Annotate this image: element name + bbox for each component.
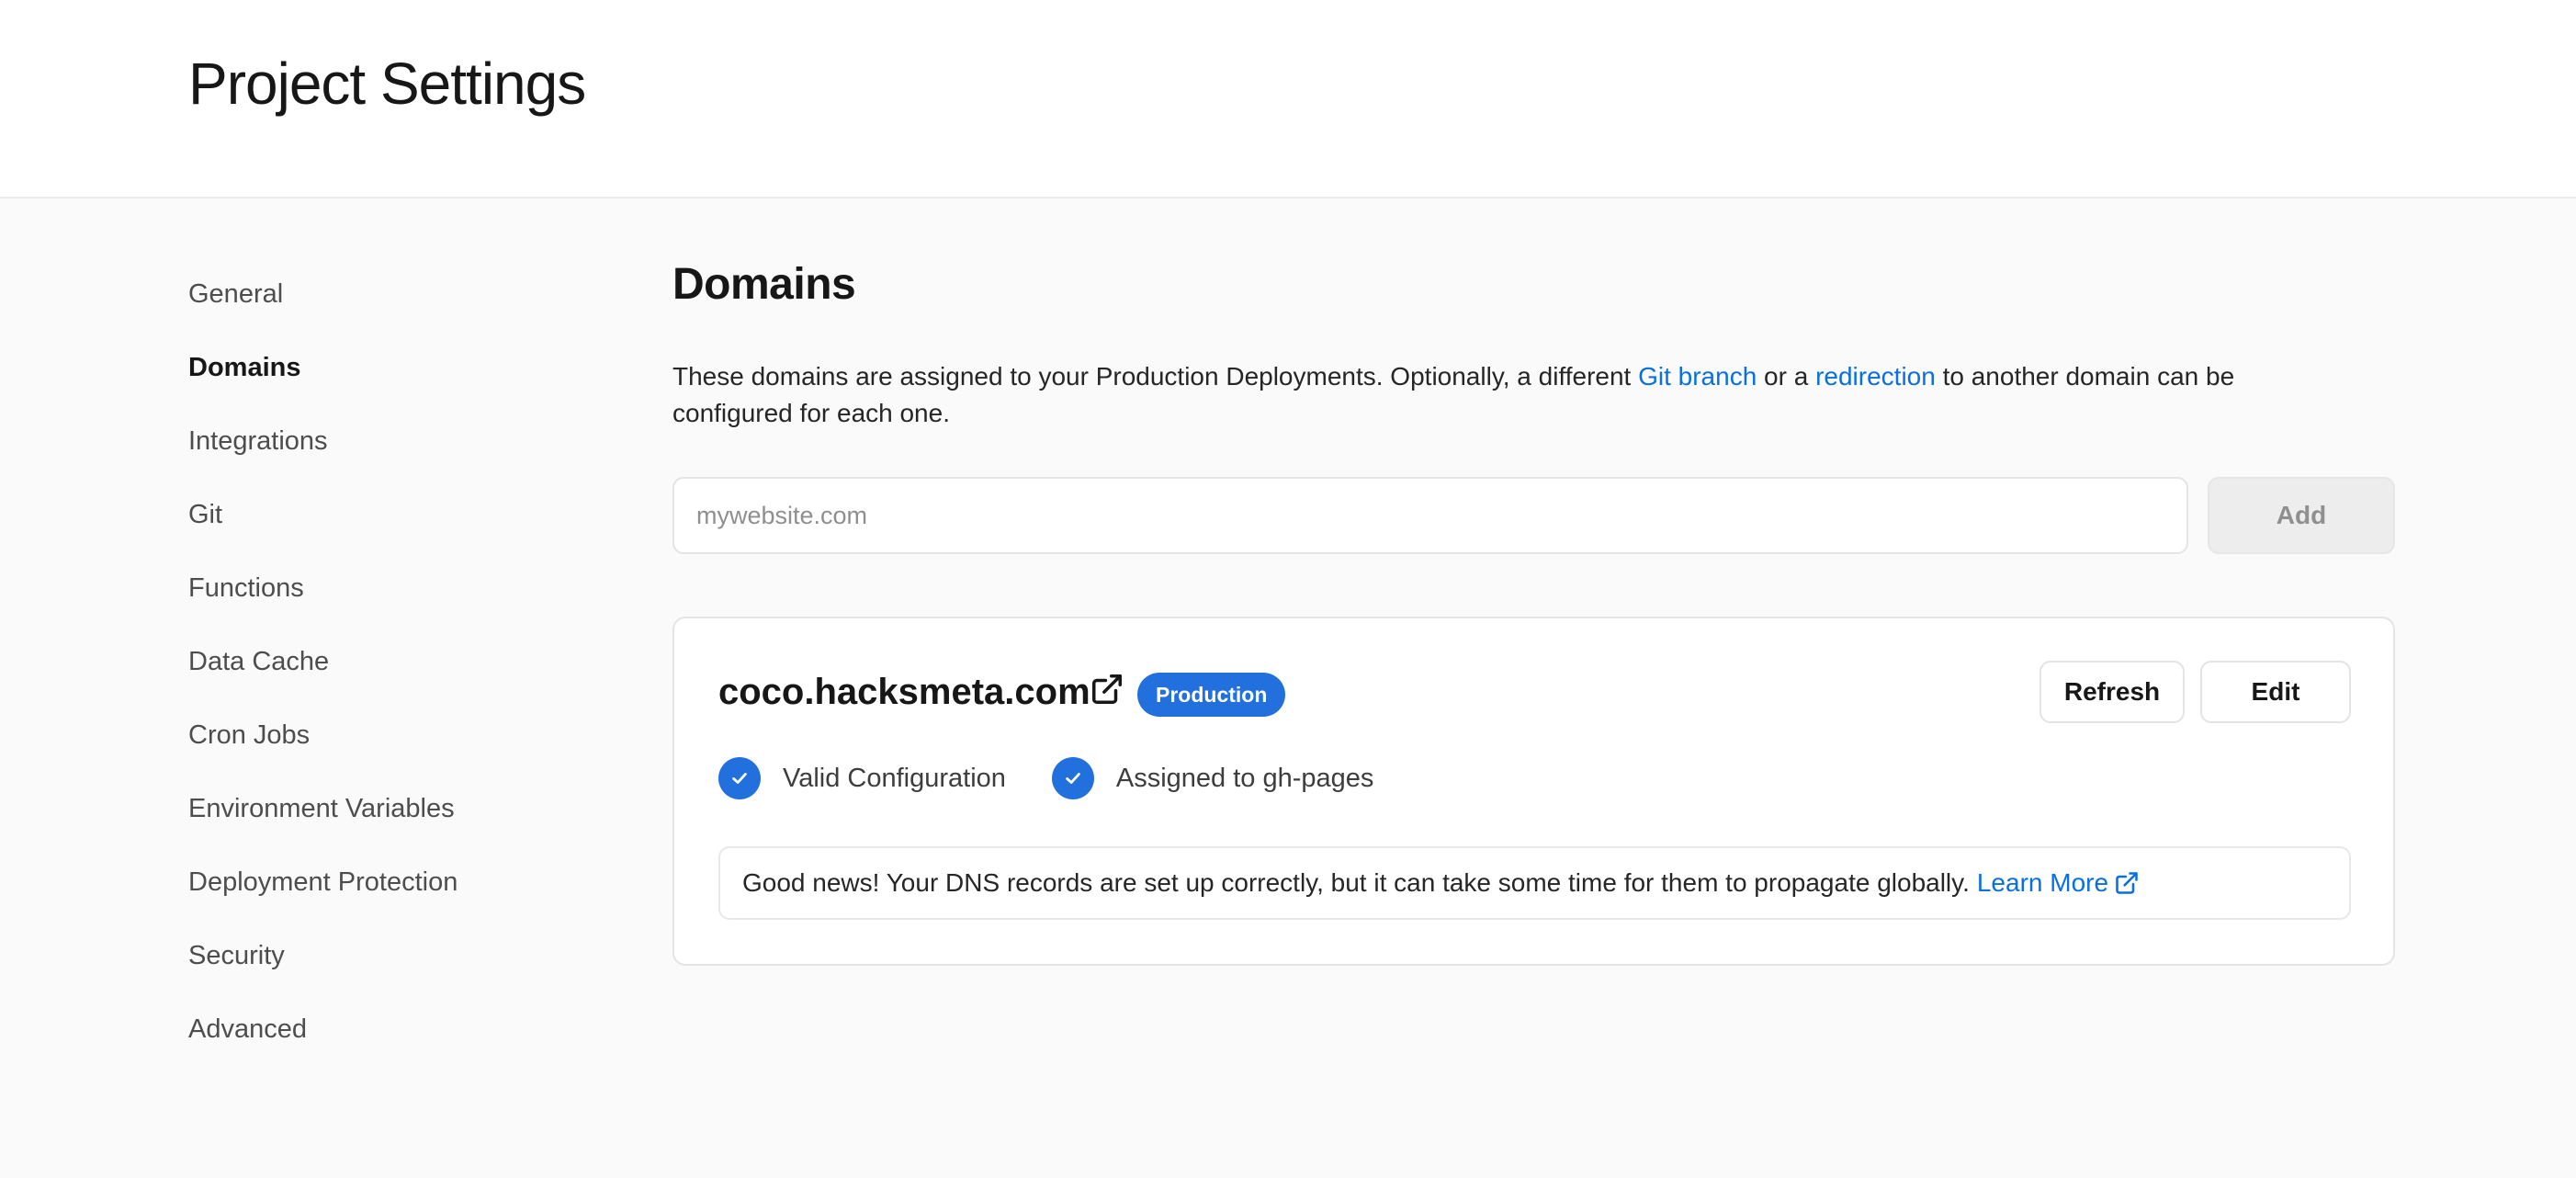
domains-description: These domains are assigned to your Produ… <box>672 358 2317 432</box>
edit-button[interactable]: Edit <box>2200 661 2351 723</box>
settings-sidebar: General Domains Integrations Git Functio… <box>188 266 611 1075</box>
status-assigned-branch: Assigned to gh-pages <box>1051 757 1374 799</box>
page-header: Project Settings <box>0 0 2576 198</box>
status-label: Assigned to gh-pages <box>1115 763 1374 793</box>
add-button[interactable]: Add <box>2208 477 2395 554</box>
dns-note-text: Good news! Your DNS records are set up c… <box>742 868 1970 897</box>
sidebar-item-deployment-protection[interactable]: Deployment Protection <box>188 855 611 928</box>
description-text-1: These domains are assigned to your Produ… <box>672 362 1639 391</box>
domain-card: coco.hacksmeta.com Production Refresh Ed… <box>672 617 2395 966</box>
learn-more-link[interactable]: Learn More <box>1977 868 2140 898</box>
sidebar-item-security[interactable]: Security <box>188 928 611 1002</box>
sidebar-item-integrations[interactable]: Integrations <box>188 413 611 487</box>
sidebar-item-git[interactable]: Git <box>188 487 611 561</box>
domains-section: Domains These domains are assigned to yo… <box>672 248 2395 966</box>
check-icon <box>718 757 761 799</box>
status-valid-configuration: Valid Configuration <box>718 757 1006 799</box>
section-title: Domains <box>672 260 856 309</box>
sidebar-item-functions[interactable]: Functions <box>188 561 611 634</box>
sidebar-item-environment-variables[interactable]: Environment Variables <box>188 781 611 855</box>
page-title: Project Settings <box>188 51 586 117</box>
production-badge: Production <box>1137 673 1286 717</box>
refresh-button[interactable]: Refresh <box>2039 661 2185 723</box>
status-label: Valid Configuration <box>783 763 1006 793</box>
sidebar-item-data-cache[interactable]: Data Cache <box>188 634 611 708</box>
git-branch-link[interactable]: Git branch <box>1638 362 1757 391</box>
external-link-icon <box>2116 872 2138 894</box>
check-icon <box>1051 757 1094 799</box>
redirection-link[interactable]: redirection <box>1815 362 1936 391</box>
add-domain-row: Add <box>672 477 2395 554</box>
sidebar-item-general[interactable]: General <box>188 266 611 340</box>
description-text-2: or a <box>1757 362 1816 391</box>
dns-status-note: Good news! Your DNS records are set up c… <box>718 846 2351 920</box>
sidebar-item-advanced[interactable]: Advanced <box>188 1002 611 1075</box>
domain-name-link[interactable]: coco.hacksmeta.com <box>718 666 1090 718</box>
status-row: Valid Configuration Assigned to gh-pages <box>718 756 1419 800</box>
learn-more-label: Learn More <box>1976 868 2109 897</box>
external-link-icon[interactable] <box>1090 672 1124 707</box>
domain-input[interactable] <box>672 477 2188 554</box>
sidebar-item-domains[interactable]: Domains <box>188 340 611 413</box>
sidebar-item-cron-jobs[interactable]: Cron Jobs <box>188 708 611 781</box>
